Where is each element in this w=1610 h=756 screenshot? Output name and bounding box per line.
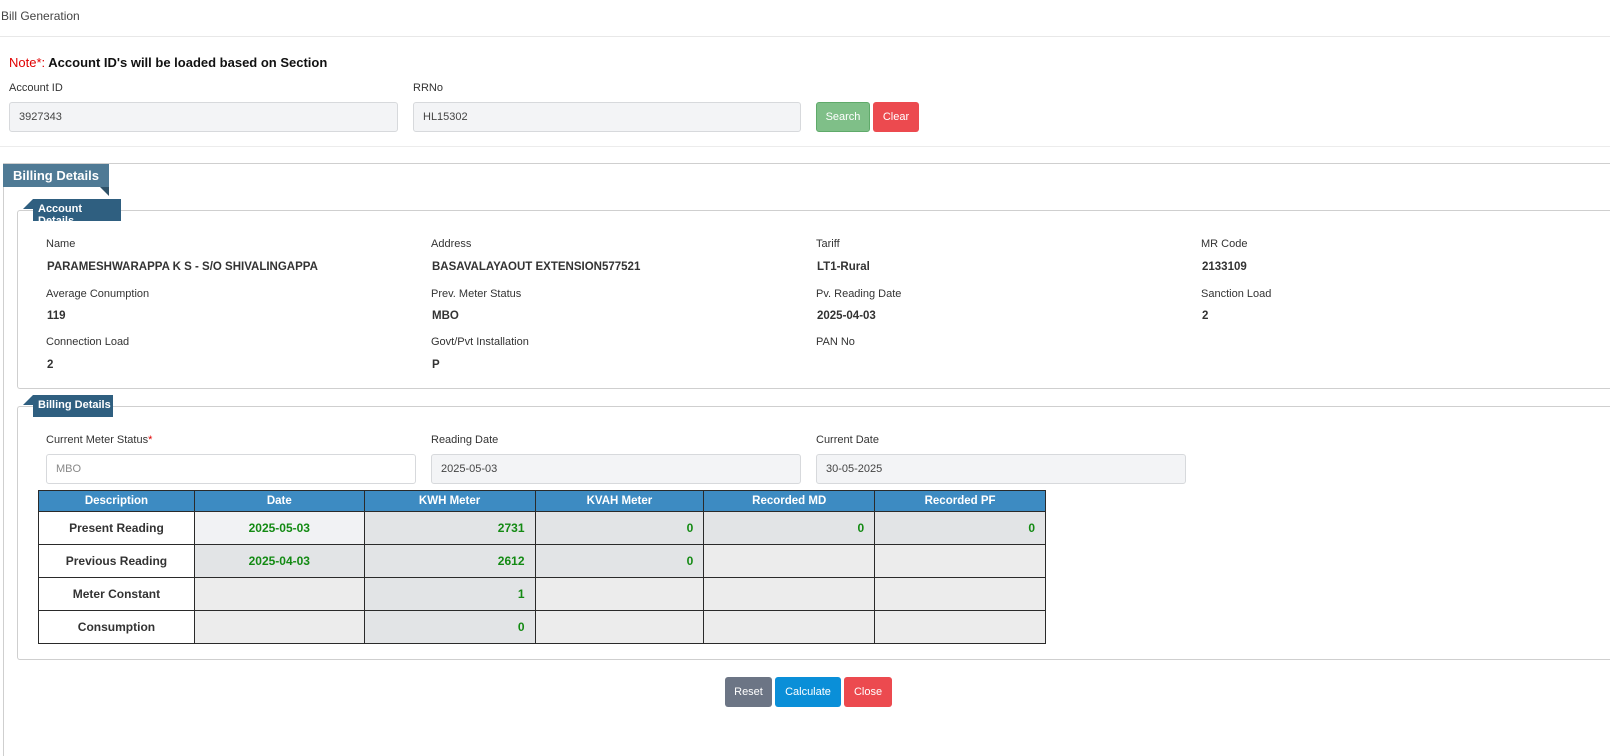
reading-date-input[interactable] — [431, 454, 801, 484]
required-marker: * — [148, 434, 153, 446]
current-date-label: Current Date — [816, 434, 879, 446]
header-recorded-md: Recorded MD — [703, 490, 876, 512]
table-header-row: Description Date KWH Meter KVAH Meter Re… — [38, 490, 1046, 512]
meter-constant-date-cell — [193, 577, 365, 611]
search-divider — [0, 146, 1610, 147]
previous-md-cell — [703, 544, 876, 578]
note-text: Account ID's will be loaded based on Sec… — [48, 55, 328, 70]
current-meter-status-label: Current Meter Status* — [46, 434, 152, 446]
rrno-input[interactable] — [413, 102, 801, 132]
calculate-button[interactable]: Calculate — [775, 677, 841, 707]
present-md-input[interactable]: 0 — [703, 511, 876, 545]
header-date: Date — [193, 490, 365, 512]
account-id-label: Account ID — [9, 82, 63, 94]
search-button[interactable]: Search — [816, 102, 870, 132]
present-pf-input[interactable]: 0 — [874, 511, 1046, 545]
sanction-load-label: Sanction Load — [1201, 288, 1272, 300]
account-details-section — [17, 210, 1610, 389]
previous-pf-cell — [874, 544, 1046, 578]
mr-code-value: 2133109 — [1202, 261, 1247, 273]
readings-table: Description Date KWH Meter KVAH Meter Re… — [38, 490, 1046, 644]
row-description: Present Reading — [38, 511, 195, 545]
average-consumption-label: Average Conumption — [46, 288, 150, 300]
close-button[interactable]: Close — [844, 677, 892, 707]
prev-reading-date-value: 2025-04-03 — [817, 310, 876, 322]
pan-no-label: PAN No — [816, 336, 855, 348]
row-description: Previous Reading — [38, 544, 195, 578]
reset-button[interactable]: Reset — [725, 677, 772, 707]
header-recorded-pf: Recorded PF — [874, 490, 1046, 512]
meter-constant-kwh-value: 1 — [363, 577, 536, 611]
title-divider — [0, 36, 1610, 37]
table-row: Present Reading 2025-05-03 2731 0 0 0 — [38, 511, 1046, 545]
clear-button[interactable]: Clear — [873, 102, 919, 132]
account-details-tab-fold — [23, 199, 33, 209]
govt-pvt-installation-label: Govt/Pvt Installation — [431, 336, 529, 348]
sanction-load-value: 2 — [1202, 310, 1209, 322]
govt-pvt-installation-value: P — [432, 359, 440, 371]
rrno-label: RRNo — [413, 82, 443, 94]
current-meter-status-label-text: Current Meter Status — [46, 434, 149, 446]
prev-reading-date-label: Pv. Reading Date — [816, 288, 902, 300]
name-value: PARAMESHWARAPPA K S - S/O SHIVALINGAPPA — [47, 261, 318, 273]
consumption-pf-cell — [874, 610, 1046, 644]
header-kvah-meter: KVAH Meter — [534, 490, 705, 512]
consumption-kvah-cell — [534, 610, 705, 644]
billing-panel-title: Billing Details — [3, 164, 109, 187]
tariff-label: Tariff — [816, 238, 840, 250]
address-label: Address — [431, 238, 472, 250]
tariff-value: LT1-Rural — [817, 261, 870, 273]
current-meter-status-input[interactable] — [46, 454, 416, 484]
account-details-title: Account Details — [33, 199, 121, 227]
billing-panel-tab-fold — [100, 187, 109, 196]
billing-details-title: Billing Details — [33, 395, 113, 417]
current-date-input[interactable] — [816, 454, 1186, 484]
consumption-md-cell — [703, 610, 876, 644]
note-label: Note*: — [9, 55, 46, 70]
page-title: Bill Generation — [1, 9, 80, 23]
meter-constant-pf-cell — [874, 577, 1046, 611]
table-row: Previous Reading 2025-04-03 2612 0 — [38, 544, 1046, 578]
previous-kvah-value: 0 — [534, 544, 705, 578]
header-description: Description — [38, 490, 195, 512]
header-kwh-meter: KWH Meter — [363, 490, 536, 512]
consumption-kwh-value: 0 — [363, 610, 536, 644]
account-id-input[interactable] — [9, 102, 398, 132]
previous-kwh-value: 2612 — [363, 544, 536, 578]
meter-constant-md-cell — [703, 577, 876, 611]
name-label: Name — [46, 238, 76, 250]
present-kvah-input[interactable]: 0 — [534, 511, 705, 545]
table-row: Meter Constant 1 — [38, 577, 1046, 611]
prev-meter-status-value: MBO — [432, 310, 459, 322]
consumption-date-cell — [193, 610, 365, 644]
address-value: BASAVALAYAOUT EXTENSION577521 — [432, 261, 641, 273]
previous-reading-date: 2025-04-03 — [193, 544, 365, 578]
connection-load-value: 2 — [47, 359, 54, 371]
connection-load-label: Connection Load — [46, 336, 130, 348]
row-description: Meter Constant — [38, 577, 195, 611]
billing-details-tab-fold — [23, 395, 33, 405]
present-kwh-input[interactable]: 2731 — [363, 511, 536, 545]
table-row: Consumption 0 — [38, 610, 1046, 644]
prev-meter-status-label: Prev. Meter Status — [431, 288, 522, 300]
section-note: Note*: Account ID's will be loaded based… — [9, 55, 327, 70]
reading-date-label: Reading Date — [431, 434, 499, 446]
mr-code-label: MR Code — [1201, 238, 1248, 250]
average-consumption-value: 119 — [47, 310, 66, 322]
present-reading-date[interactable]: 2025-05-03 — [193, 511, 365, 545]
row-description: Consumption — [38, 610, 195, 644]
meter-constant-kvah-cell — [534, 577, 705, 611]
